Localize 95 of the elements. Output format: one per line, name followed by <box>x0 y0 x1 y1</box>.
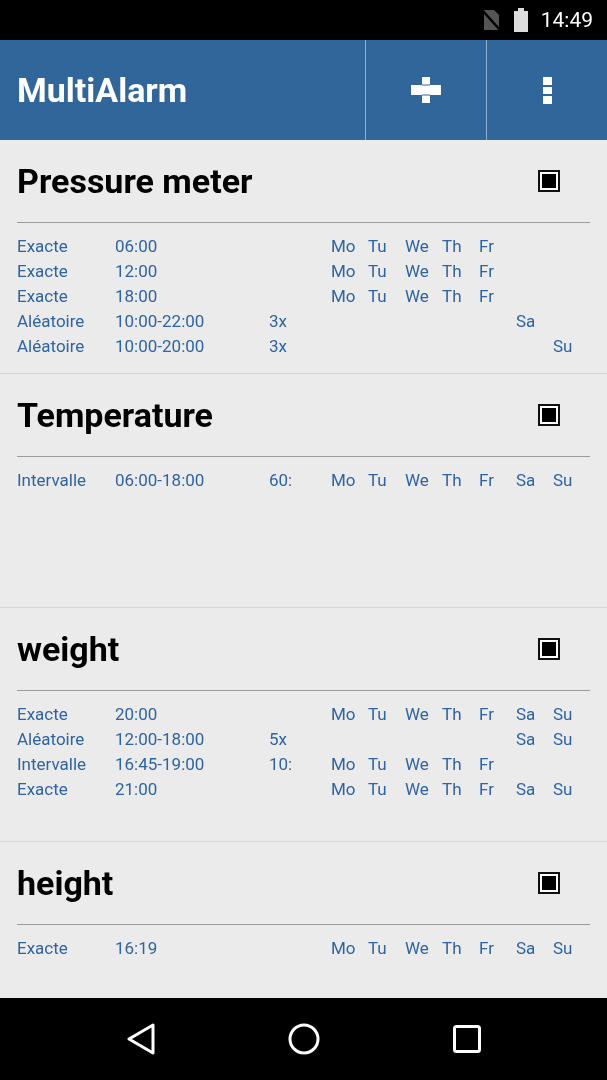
weekday-label: Fr <box>479 260 495 281</box>
weekday-label: Tu <box>368 703 388 724</box>
home-icon[interactable] <box>288 1023 321 1055</box>
weekday-label: Mo <box>331 778 357 799</box>
weekday-label: Tu <box>368 235 388 256</box>
alarm-time: 10:00-20:00 <box>115 335 206 356</box>
weekday-label: Fr <box>479 469 495 490</box>
weekday-label: Mo <box>331 937 357 958</box>
weekday-label: Su <box>553 937 574 958</box>
weekday-label: Mo <box>331 235 357 256</box>
battery-icon <box>512 8 529 32</box>
weekday-label: Fr <box>479 235 495 256</box>
clock-time: 14:49 <box>540 8 593 32</box>
alarm-count: 3x <box>269 335 288 356</box>
weekday-label: Sa <box>516 728 537 749</box>
weekday-label: We <box>405 469 430 490</box>
weekday-label: Su <box>553 469 574 490</box>
weekday-label: Tu <box>368 778 388 799</box>
alarm-count: 3x <box>269 310 288 331</box>
weekday-label: Su <box>553 703 574 724</box>
weekday-label: Th <box>442 778 463 799</box>
weekday-label: Th <box>442 937 463 958</box>
weekday-label: Mo <box>331 753 357 774</box>
weekday-label: Th <box>442 753 463 774</box>
alarm-type: Aléatoire <box>17 310 86 331</box>
weekday-label: Fr <box>479 778 495 799</box>
alarm-type: Exacte <box>17 285 69 306</box>
weekday-label: We <box>405 260 430 281</box>
weekday-label: Mo <box>331 285 357 306</box>
alarm-type: Intervalle <box>17 753 88 774</box>
alarm-time: 06:00-18:00 <box>115 469 206 490</box>
weekday-label: Fr <box>479 703 495 724</box>
weekday-label: Tu <box>368 285 388 306</box>
weekday-label: We <box>405 778 430 799</box>
weekday-label: Sa <box>516 703 537 724</box>
alarm-type: Intervalle <box>17 469 88 490</box>
weekday-label: Su <box>553 778 574 799</box>
weekday-label: Sa <box>516 778 537 799</box>
group-title: Temperature <box>17 395 213 435</box>
weekday-label: Th <box>442 469 463 490</box>
weekday-label: Mo <box>331 260 357 281</box>
alarm-time: 06:00 <box>115 235 159 256</box>
weekday-label: Sa <box>516 937 537 958</box>
group-title: height <box>17 863 114 903</box>
weekday-label: We <box>405 285 430 306</box>
alarm-time: 12:00-18:00 <box>115 728 206 749</box>
weekday-label: Mo <box>331 469 357 490</box>
alarm-time: 21:00 <box>115 778 159 799</box>
checkbox[interactable] <box>538 638 560 660</box>
weekday-label: Su <box>553 728 574 749</box>
weekday-label: Sa <box>516 310 537 331</box>
alarm-type: Aléatoire <box>17 728 86 749</box>
weekday-label: Tu <box>368 469 388 490</box>
weekday-label: We <box>405 703 430 724</box>
alarm-time: 18:00 <box>115 285 159 306</box>
group-title: Pressure meter <box>17 161 253 201</box>
weekday-label: Fr <box>479 753 495 774</box>
weekday-label: Fr <box>479 937 495 958</box>
alarm-count: 5x <box>269 728 288 749</box>
weekday-label: Tu <box>368 937 388 958</box>
alarm-type: Exacte <box>17 778 69 799</box>
weekday-label: Mo <box>331 703 357 724</box>
weekday-label: Th <box>442 285 463 306</box>
alarm-type: Exacte <box>17 937 69 958</box>
app-title: MultiAlarm <box>17 70 188 110</box>
alarm-type: Aléatoire <box>17 335 86 356</box>
recents-icon[interactable] <box>452 1025 481 1053</box>
checkbox[interactable] <box>538 872 560 894</box>
weekday-label: We <box>405 937 430 958</box>
alarm-time: 10:00-22:00 <box>115 310 206 331</box>
weekday-label: Th <box>442 703 463 724</box>
alarm-count: 60: <box>269 469 294 490</box>
weekday-label: Sa <box>516 469 537 490</box>
weekday-label: Tu <box>368 260 388 281</box>
alarm-type: Exacte <box>17 703 69 724</box>
weekday-label: Th <box>442 235 463 256</box>
weekday-label: We <box>405 235 430 256</box>
alarm-time: 12:00 <box>115 260 159 281</box>
checkbox[interactable] <box>538 404 560 426</box>
checkbox[interactable] <box>538 170 560 192</box>
weekday-label: Th <box>442 260 463 281</box>
alarm-type: Exacte <box>17 235 69 256</box>
alarm-time: 16:19 <box>115 937 159 958</box>
weekday-label: We <box>405 753 430 774</box>
alarm-time: 20:00 <box>115 703 159 724</box>
menu-icon <box>542 76 552 104</box>
alarm-time: 16:45-19:00 <box>115 753 206 774</box>
alarm-count: 10: <box>269 753 294 774</box>
weekday-label: Fr <box>479 285 495 306</box>
weekday-label: Su <box>553 335 574 356</box>
plus-icon <box>411 77 441 103</box>
group-title: weight <box>17 629 120 669</box>
back-icon[interactable] <box>126 1023 157 1055</box>
alarm-type: Exacte <box>17 260 69 281</box>
weekday-label: Tu <box>368 753 388 774</box>
